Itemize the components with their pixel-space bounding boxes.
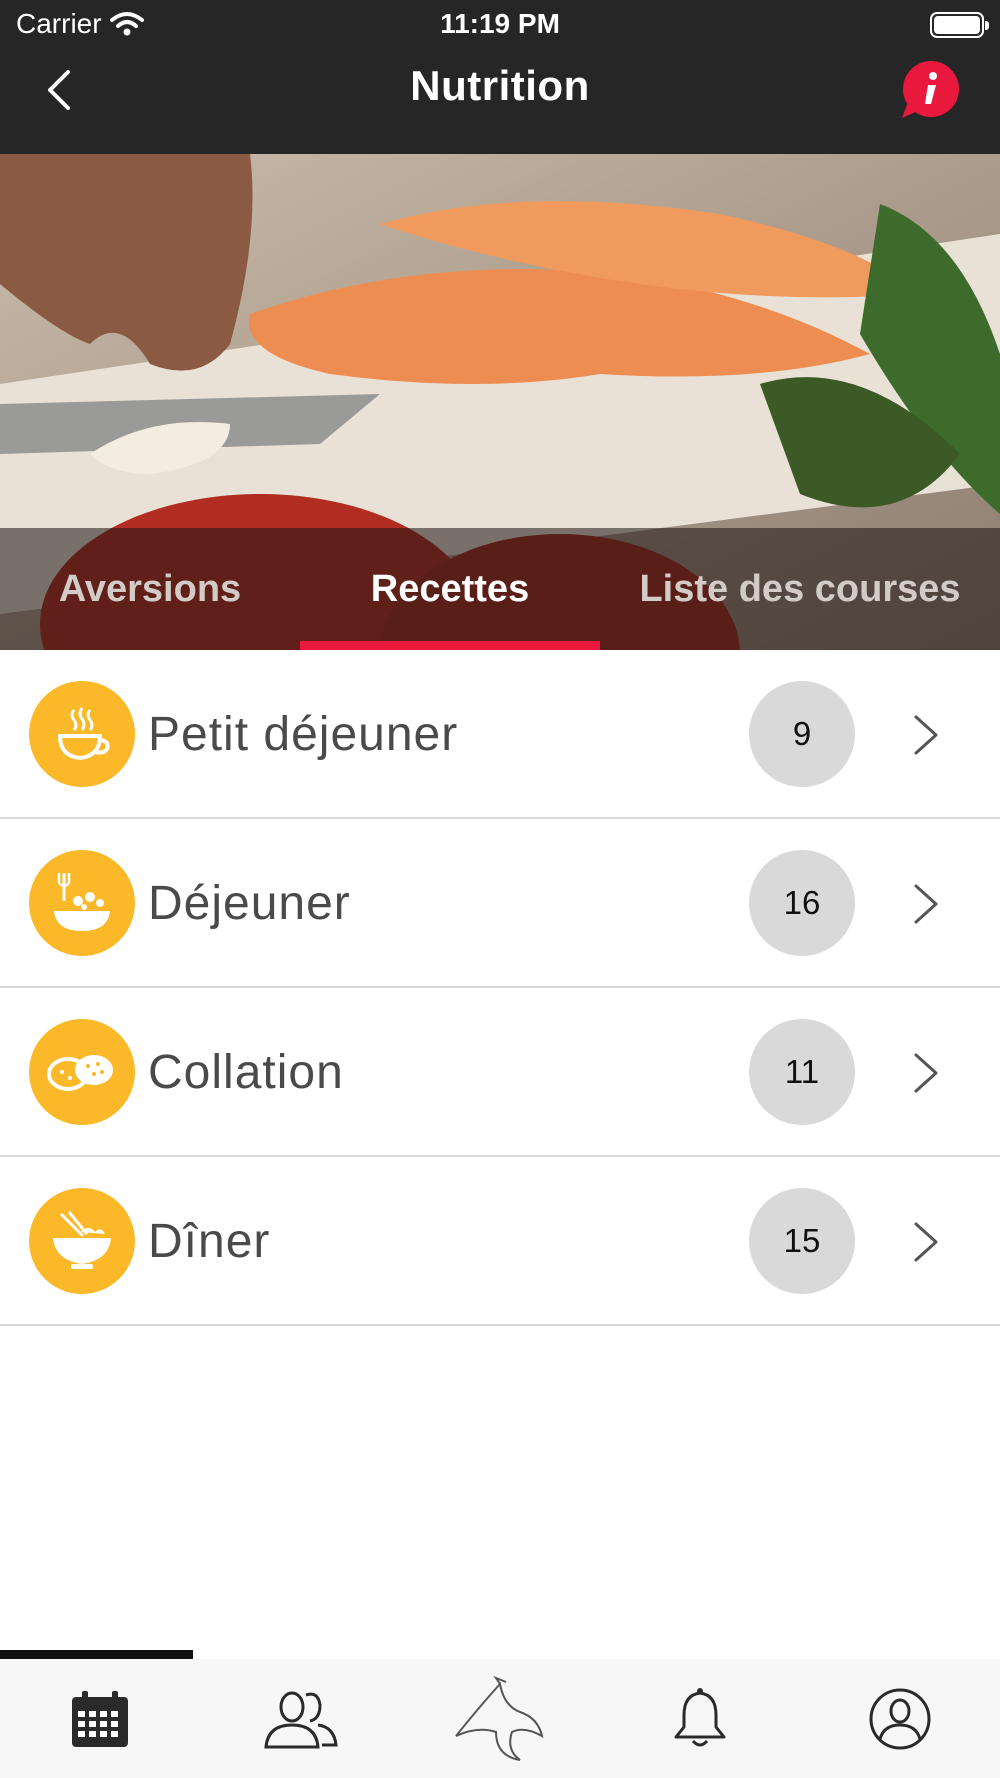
count-badge: 9 bbox=[749, 681, 855, 787]
manta-ray-logo-icon bbox=[455, 1675, 544, 1761]
tab-aversions[interactable]: Aversions bbox=[0, 528, 300, 650]
tab-recettes[interactable]: Recettes bbox=[300, 528, 600, 650]
list-item-label: Dîner bbox=[148, 1215, 271, 1268]
list-item-petit-dejeuner[interactable]: Petit déjeuner 9 bbox=[0, 650, 1000, 819]
info-icon bbox=[902, 61, 959, 118]
info-button[interactable] bbox=[898, 60, 960, 122]
active-tab-indicator bbox=[0, 1650, 193, 1659]
selected-tab-indicator bbox=[300, 641, 600, 650]
status-bar: Carrier 11:19 PM bbox=[0, 0, 1000, 52]
count-badge: 15 bbox=[749, 1188, 855, 1294]
hero-image: Aversions Recettes Liste des courses bbox=[0, 154, 1000, 650]
tab-profile[interactable] bbox=[800, 1659, 1000, 1778]
calendar-icon bbox=[72, 1690, 128, 1747]
list-item-collation[interactable]: Collation 11 bbox=[0, 988, 1000, 1157]
tab-notifications[interactable] bbox=[600, 1659, 800, 1778]
cookies-icon bbox=[29, 1019, 135, 1125]
page-title: Nutrition bbox=[410, 62, 590, 109]
segment-tabs: Aversions Recettes Liste des courses bbox=[0, 528, 1000, 650]
tab-liste-des-courses[interactable]: Liste des courses bbox=[600, 528, 1000, 650]
status-time: 11:19 PM bbox=[440, 8, 560, 39]
chevron-right-icon bbox=[914, 1053, 938, 1093]
chevron-right-icon bbox=[914, 715, 938, 755]
list-item-dejeuner[interactable]: Déjeuner 16 bbox=[0, 819, 1000, 988]
tab-community[interactable] bbox=[200, 1659, 400, 1778]
list-item-label: Collation bbox=[148, 1046, 344, 1099]
top-bar: Carrier 11:19 PM Nutrition bbox=[0, 0, 1000, 154]
recipe-category-list: Petit déjeuner 9 Déjeuner 16 Collation 1… bbox=[0, 650, 1000, 1326]
count-badge: 11 bbox=[749, 1019, 855, 1125]
bell-icon bbox=[674, 1687, 726, 1746]
profile-icon bbox=[869, 1688, 931, 1749]
list-item-diner[interactable]: Dîner 15 bbox=[0, 1157, 1000, 1326]
chevron-right-icon bbox=[914, 884, 938, 924]
list-item-label: Déjeuner bbox=[148, 877, 351, 930]
community-icon bbox=[264, 1691, 338, 1748]
tab-calendar[interactable] bbox=[0, 1659, 200, 1778]
chevron-right-icon bbox=[914, 1222, 938, 1262]
battery-icon bbox=[930, 12, 989, 38]
salad-bowl-icon bbox=[29, 850, 135, 956]
count-badge: 16 bbox=[749, 850, 855, 956]
bottom-tab-bar bbox=[0, 1659, 1000, 1778]
coffee-cup-icon bbox=[29, 681, 135, 787]
chopsticks-bowl-icon bbox=[29, 1188, 135, 1294]
list-item-label: Petit déjeuner bbox=[148, 708, 459, 761]
tab-home-logo[interactable] bbox=[400, 1659, 600, 1778]
